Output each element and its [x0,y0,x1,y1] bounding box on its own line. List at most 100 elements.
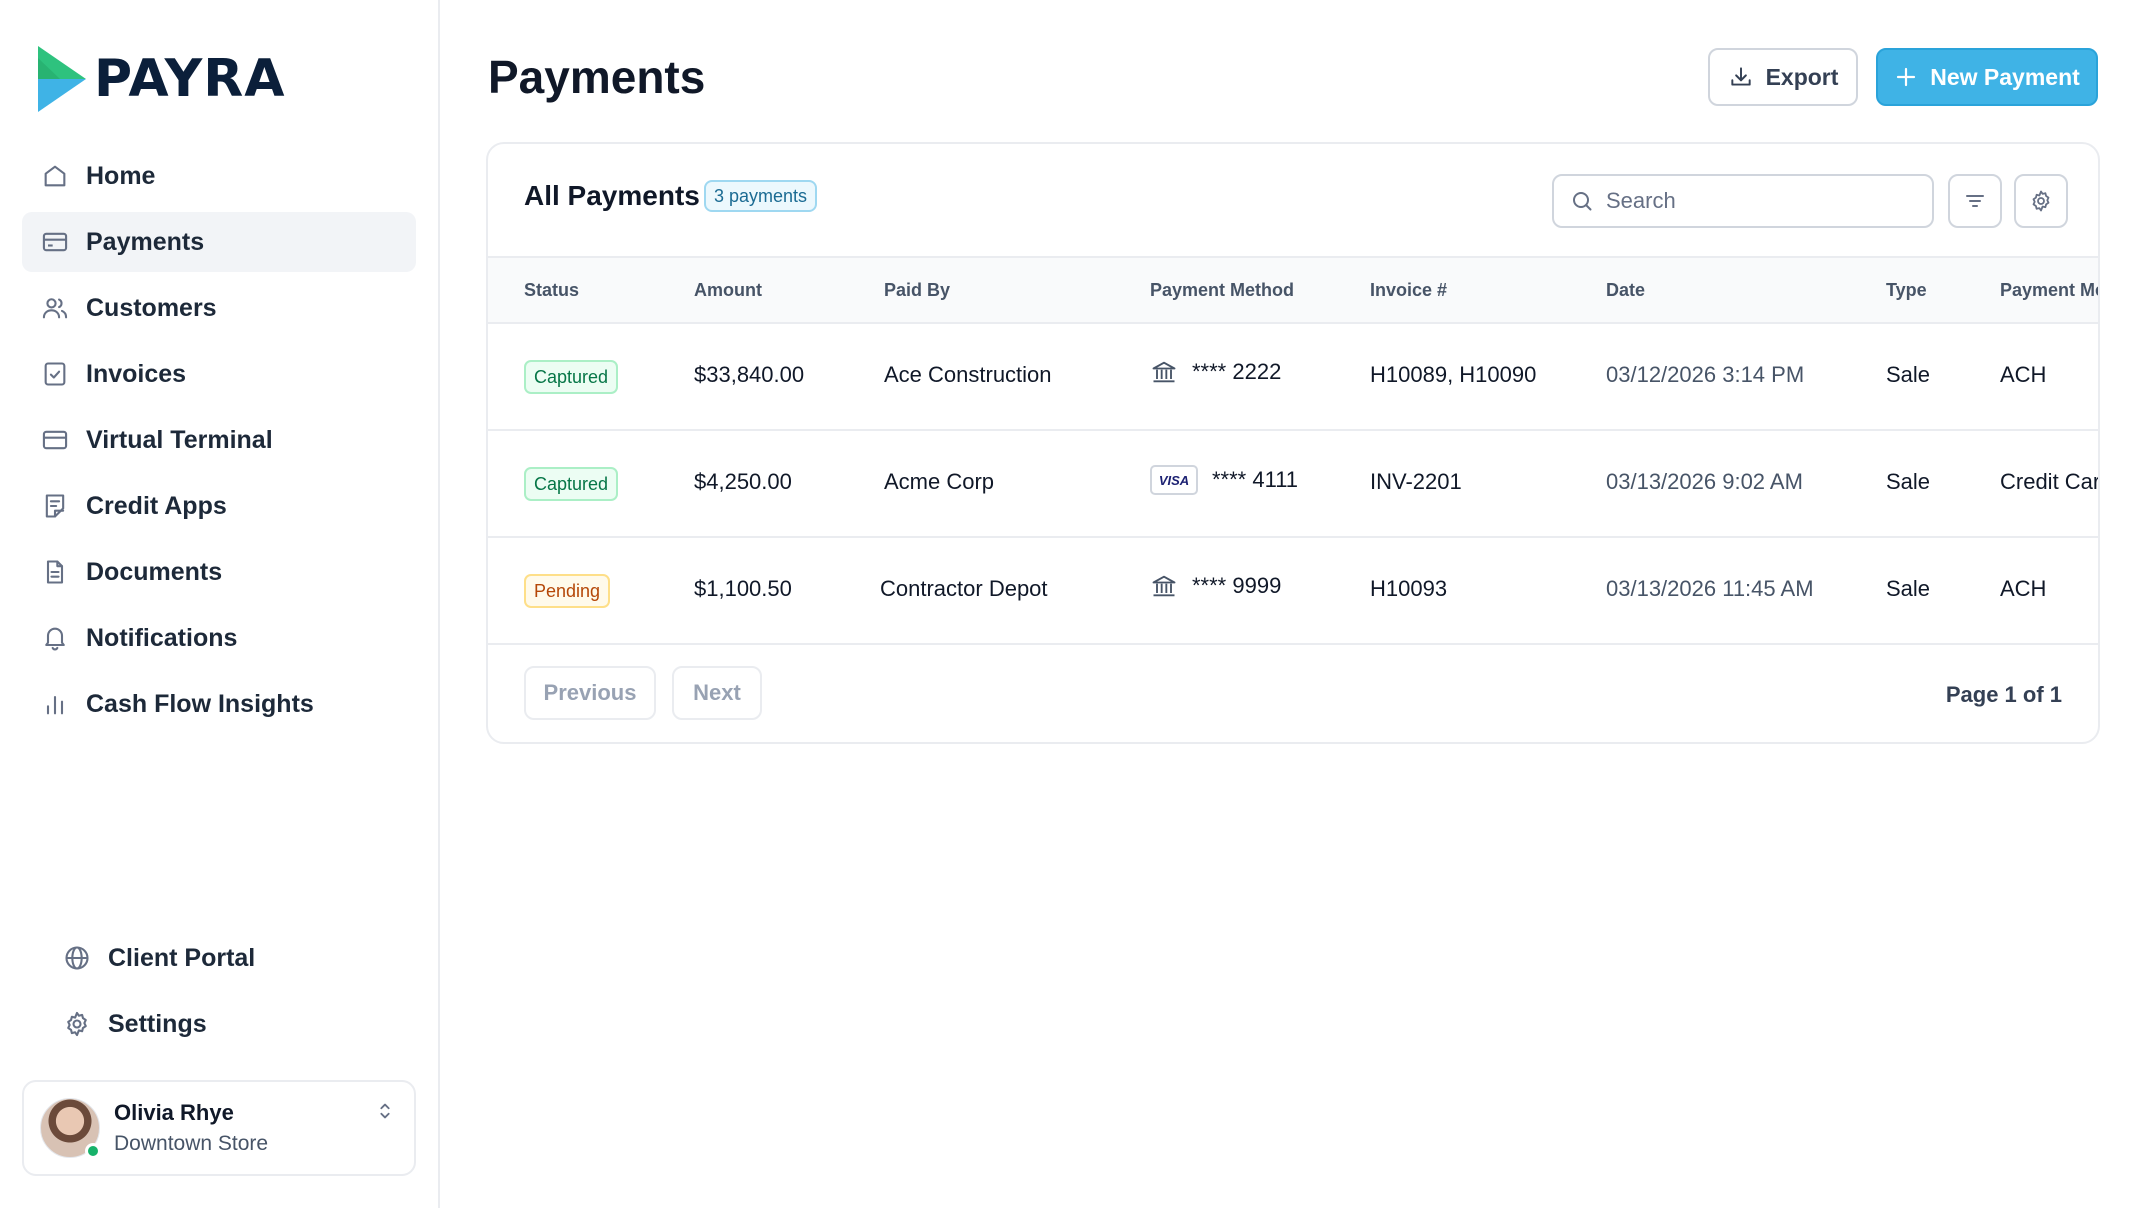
nav-item-documents[interactable]: Documents [22,542,416,602]
visa-icon: VISA [1150,465,1198,495]
users-icon [40,293,70,323]
date-cell: 03/13/2026 9:02 AM [1606,469,1803,494]
search-icon [1573,192,1592,211]
payments-table-card: All Payments 3 payments Status Amount Pa… [486,142,2100,744]
column-header-payment-method-type[interactable]: Payment Me [2000,280,2098,301]
nav-item-cash-flow-insights[interactable]: Cash Flow Insights [22,674,416,734]
payment-method-cell: VISA **** 4111 [1150,465,1298,495]
nav-label: Settings [108,1009,207,1038]
amount-cell: $1,100.50 [694,576,792,601]
previous-page-button[interactable]: Previous [524,666,656,720]
column-header-invoice[interactable]: Invoice # [1370,280,1447,301]
gear-icon [62,1009,92,1039]
user-store: Downtown Store [114,1132,269,1155]
status-badge: Captured [524,467,619,501]
column-header-status[interactable]: Status [524,280,579,301]
bell-icon [40,623,70,653]
payra-logo-mark-icon [38,46,86,112]
table-settings-button[interactable] [2014,174,2068,228]
chevron-up-down-icon [374,1100,396,1127]
filter-lines-icon [1966,195,1984,207]
card-header: All Payments 3 payments [488,144,2098,258]
column-header-type[interactable]: Type [1886,280,1927,301]
credit-app-icon [40,491,70,521]
paid-by-cell: Ace Construction [884,362,1052,387]
amount-cell: $4,250.00 [694,469,792,494]
nav-label: Cash Flow Insights [86,689,314,718]
user-account-switcher[interactable]: Olivia Rhye Downtown Store [22,1080,416,1176]
nav-item-notifications[interactable]: Notifications [22,608,416,668]
invoice-cell: H10089, H10090 [1370,362,1537,387]
type-cell: Sale [1886,469,1931,494]
table-row[interactable]: Captured $33,840.00 Ace Construction ***… [488,324,2098,431]
payment-count-badge: 3 payments [704,180,818,212]
home-icon [40,161,70,191]
page-title: Payments [488,51,706,103]
column-header-amount[interactable]: Amount [694,280,762,301]
column-header-paid-by[interactable]: Paid By [884,280,950,301]
download-icon [1730,67,1751,86]
status-badge: Pending [524,574,611,608]
nav-label: Invoices [86,359,187,388]
table-header-row: Status Amount Paid By Payment Method Inv… [488,258,2098,324]
nav-item-settings[interactable]: Settings [46,994,416,1054]
invoice-check-icon [40,359,70,389]
table-row[interactable]: Pending $1,100.50 Contractor Depot **** … [488,538,2098,645]
avatar [40,1098,101,1159]
payra-logo[interactable]: PAYRA [38,44,286,114]
gear-icon [2032,190,2050,212]
globe-icon [62,943,92,973]
user-name: Olivia Rhye [114,1100,234,1125]
invoice-cell: INV-2201 [1370,469,1462,494]
nav-item-credit-apps[interactable]: Credit Apps [22,476,416,536]
filter-button[interactable] [1948,174,2002,228]
next-page-button[interactable]: Next [672,666,762,720]
main-nav: Home Payments Customers Invoices Virtual… [22,146,416,740]
export-button[interactable]: Export [1708,48,1858,106]
nav-item-client-portal[interactable]: Client Portal [46,928,416,988]
search-input[interactable] [1606,188,1906,214]
masked-account: **** 9999 [1192,573,1282,598]
nav-label: Client Portal [108,943,256,972]
nav-label: Home [86,161,156,190]
sidebar: PAYRA Home Payments Customers Invoices V… [0,0,440,1208]
search-field[interactable] [1552,174,1934,228]
user-info: Olivia Rhye Downtown Store [114,1100,268,1156]
online-status-dot [85,1143,101,1159]
page-indicator: Page 1 of 1 [1945,682,2062,707]
payment-method-type-cell: Credit Car [2000,469,2100,494]
bank-icon [1152,575,1176,597]
export-label: Export [1765,63,1839,90]
plus-icon [1897,67,1916,87]
column-header-payment-method[interactable]: Payment Method [1150,280,1294,301]
payment-method-cell: **** 9999 [1150,572,1281,600]
new-payment-button[interactable]: New Payment [1876,48,2098,106]
new-payment-label: New Payment [1930,63,2080,90]
paid-by-cell: Acme Corp [884,469,995,494]
nav-label: Virtual Terminal [86,425,273,454]
payment-method-type-cell: ACH [2000,362,2047,387]
masked-account: **** 2222 [1192,359,1282,384]
masked-card: **** 4111 [1212,467,1299,492]
table-row[interactable]: Captured $4,250.00 Acme Corp VISA **** 4… [488,431,2098,538]
nav-item-home[interactable]: Home [22,146,416,206]
amount-cell: $33,840.00 [694,362,805,387]
nav-item-invoices[interactable]: Invoices [22,344,416,404]
bank-icon [1152,361,1176,383]
terminal-card-icon [40,425,70,455]
type-cell: Sale [1886,576,1931,601]
nav-label: Customers [86,293,217,322]
nav-item-virtual-terminal[interactable]: Virtual Terminal [22,410,416,470]
pagination: Previous Next Page 1 of 1 [488,648,2098,742]
bar-chart-icon [40,689,70,719]
column-header-date[interactable]: Date [1606,280,1645,301]
invoice-cell: H10093 [1370,576,1448,601]
nav-item-payments[interactable]: Payments [22,212,416,272]
payment-method-cell: **** 2222 [1150,358,1281,386]
type-cell: Sale [1886,362,1931,387]
nav-item-customers[interactable]: Customers [22,278,416,338]
brand-name: PAYRA [94,49,286,109]
card-title: All Payments [524,180,700,211]
date-cell: 03/12/2026 3:14 PM [1606,362,1805,387]
nav-label: Documents [86,557,223,586]
